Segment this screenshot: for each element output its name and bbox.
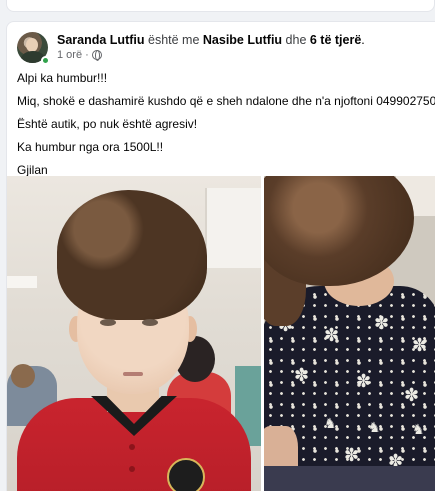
post-header: Saranda Lutfiu është me Nasibe Lutfiu dh…: [17, 32, 427, 66]
tagged-person-link[interactable]: Nasibe Lutfiu: [203, 33, 282, 47]
others-link[interactable]: 6 të tjerë: [310, 33, 361, 47]
globe-icon[interactable]: [91, 50, 102, 61]
meta-separator: ·: [85, 49, 89, 61]
post-text: Alpi ka humbur!!! Miq, shokë e dashamirë…: [17, 70, 435, 185]
post-time-link[interactable]: 1 orë: [57, 48, 82, 62]
post-line: Është autik, po nuk është agresiv!: [17, 117, 198, 131]
online-status-icon: [41, 56, 50, 65]
with-text: është me: [144, 33, 203, 47]
photo-boy-red-shirt[interactable]: [7, 176, 261, 491]
post-byline: Saranda Lutfiu është me Nasibe Lutfiu dh…: [57, 32, 365, 48]
photo-boy-sweater[interactable]: ✽ ✽ ✽ ✽ ✽ ✽ ✽ ♞ ♞ ♞ ✽ ✽: [264, 176, 435, 491]
post-line: Miq, shokë e dashamirë kushdo që e sheh …: [17, 94, 435, 108]
and-text: dhe: [282, 33, 310, 47]
post-media: ✽ ✽ ✽ ✽ ✽ ✽ ✽ ♞ ♞ ♞ ✽ ✽: [7, 176, 435, 491]
post-meta: 1 orë ·: [57, 48, 102, 62]
previous-post-card: [6, 0, 435, 12]
author-name-link[interactable]: Saranda Lutfiu: [57, 33, 145, 47]
period-text: .: [361, 33, 365, 47]
post-card: Saranda Lutfiu është me Nasibe Lutfiu dh…: [6, 21, 435, 491]
post-line: Ka humbur nga ora 1500L!!: [17, 140, 164, 154]
post-line: Alpi ka humbur!!!: [17, 71, 108, 85]
